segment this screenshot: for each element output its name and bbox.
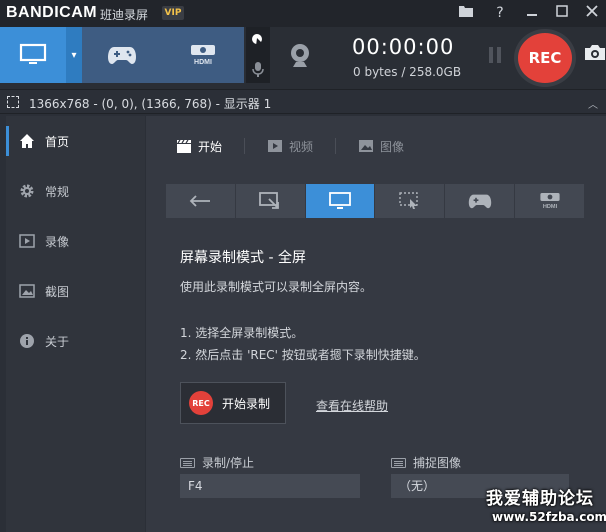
home-icon [18, 132, 36, 150]
region-info: 1366x768 - (0, 0), (1366, 768) - 显示器 1 [29, 97, 272, 111]
sidebar-item-general[interactable]: 常规 [6, 176, 145, 206]
record-hotkey-label: 录制/停止 [180, 454, 254, 471]
folder-icon[interactable] [454, 3, 478, 23]
overlay-toggles [246, 27, 270, 83]
pause-bar [497, 47, 501, 63]
pause-button[interactable] [486, 47, 504, 65]
monitor-icon [329, 192, 351, 209]
instruction-step-1: 1. 选择全屏录制模式。 [180, 326, 304, 340]
chevron-down-icon: ▾ [71, 49, 77, 61]
microphone-toggle[interactable] [246, 55, 270, 83]
file-size-readout: 0 bytes / 258.0GB [353, 65, 462, 79]
record-hotkey-field[interactable]: F4 [180, 474, 360, 498]
gamepad-icon [108, 47, 136, 64]
capture-hotkey-label: 捕捉图像 [391, 454, 461, 471]
sidebar-item-home[interactable]: 首页 [6, 126, 145, 156]
sidebar-item-screenshot[interactable]: 截图 [6, 276, 145, 306]
back-button[interactable] [166, 184, 235, 218]
gamepad-icon [468, 194, 491, 209]
tab-bar: 开始 视频 图像 [176, 138, 448, 154]
app-name: 班迪录屏 [100, 8, 149, 22]
video-icon [18, 232, 36, 250]
sidebar-item-about[interactable]: 关于 [6, 326, 145, 356]
sidebar-item-video[interactable]: 录像 [6, 226, 145, 256]
main-toolbar: ▾ HDMI 00:00:00 0 bytes / 258.0GB REC [0, 27, 606, 89]
vip-badge[interactable]: VIP [162, 6, 184, 20]
tab-label: 图像 [380, 139, 405, 154]
watermark-url: www.52fzba.com [492, 510, 606, 524]
screen-mode-button[interactable] [0, 27, 66, 83]
region-resize-icon [259, 192, 280, 209]
hotkey-label-text: 录制/停止 [202, 456, 255, 470]
microphone-icon [252, 62, 264, 77]
hdmi-icon: HDMI [191, 45, 215, 66]
game-mode-button[interactable] [82, 27, 162, 83]
image-icon [18, 282, 36, 300]
help-icon[interactable]: ? [488, 3, 512, 23]
webcam-toggle[interactable] [272, 31, 328, 81]
screenshot-button[interactable] [584, 43, 606, 65]
main-panel: 开始 视频 图像 HDMI 屏幕录制模式 - 全屏 使用此录制模式可以录制全屏内… [146, 116, 606, 532]
gear-icon [18, 182, 36, 200]
webcam-icon [291, 44, 309, 67]
sidebar: 首页 常规 录像 截图 关于 [6, 116, 145, 532]
arrow-left-icon [190, 195, 211, 207]
start-recording-label: 开始录制 [222, 396, 271, 411]
cursor-icon [252, 34, 263, 48]
region-select-icon[interactable] [7, 96, 19, 108]
sidebar-item-label: 录像 [45, 234, 70, 249]
tab-start[interactable]: 开始 [176, 138, 246, 154]
image-icon [359, 140, 374, 152]
svg-text:HDMI: HDMI [194, 59, 212, 66]
maximize-icon[interactable] [550, 3, 574, 23]
mode-description: 使用此录制模式可以录制全屏内容。 [180, 280, 373, 294]
record-button[interactable]: REC [514, 29, 576, 87]
app-logo: BANDICAM [6, 4, 98, 21]
keyboard-icon [391, 457, 406, 468]
keyboard-icon [180, 457, 195, 468]
instruction-step-2: 2. 然后点击 'REC' 按钮或者摁下录制快捷键。 [180, 348, 426, 362]
cursor-effect-toggle[interactable] [246, 27, 270, 55]
start-recording-button[interactable]: REC 开始录制 [180, 382, 286, 424]
title-bar: BANDICAM 班迪录屏 VIP ? [0, 0, 606, 27]
mode-dropdown-button[interactable]: ▾ [66, 27, 82, 83]
selection-mode-button[interactable] [375, 184, 445, 218]
fullscreen-mode-button[interactable] [305, 184, 375, 218]
sidebar-item-label: 截图 [45, 284, 70, 299]
hdmi-mode-tab[interactable]: HDMI [515, 184, 584, 218]
hdmi-mode-button[interactable]: HDMI [162, 27, 244, 83]
close-icon[interactable] [580, 3, 604, 23]
online-help-link[interactable]: 查看在线帮助 [316, 397, 388, 414]
clapper-icon [177, 139, 191, 153]
video-icon [268, 140, 283, 152]
record-timer: 00:00:00 [352, 35, 455, 59]
sidebar-item-label: 关于 [45, 334, 70, 349]
sidebar-item-label: 常规 [45, 184, 70, 199]
selection-cursor-icon [399, 192, 418, 209]
tab-label: 开始 [198, 139, 223, 154]
capture-mode-bar: HDMI [166, 184, 584, 218]
game-mode-tab[interactable] [445, 184, 515, 218]
region-mode-button[interactable] [235, 184, 305, 218]
rec-icon: REC [189, 391, 213, 415]
tab-image[interactable]: 图像 [358, 138, 426, 154]
mode-heading: 屏幕录制模式 - 全屏 [180, 250, 306, 266]
tab-label: 视频 [289, 139, 314, 154]
hotkey-label-text: 捕捉图像 [413, 456, 462, 470]
watermark-title: 我爱辅助论坛 [486, 489, 594, 509]
camera-icon [585, 45, 605, 60]
info-icon [18, 332, 36, 350]
minimize-icon[interactable] [520, 3, 544, 23]
hdmi-icon: HDMI [539, 193, 560, 210]
region-status-bar: 1366x768 - (0, 0), (1366, 768) - 显示器 1 ︿ [0, 89, 606, 114]
pause-bar [489, 47, 493, 63]
sidebar-item-label: 首页 [45, 134, 70, 149]
monitor-icon [19, 43, 47, 64]
tab-video[interactable]: 视频 [267, 138, 337, 154]
chevron-up-icon[interactable]: ︿ [588, 96, 598, 111]
svg-text:HDMI: HDMI [542, 204, 557, 210]
